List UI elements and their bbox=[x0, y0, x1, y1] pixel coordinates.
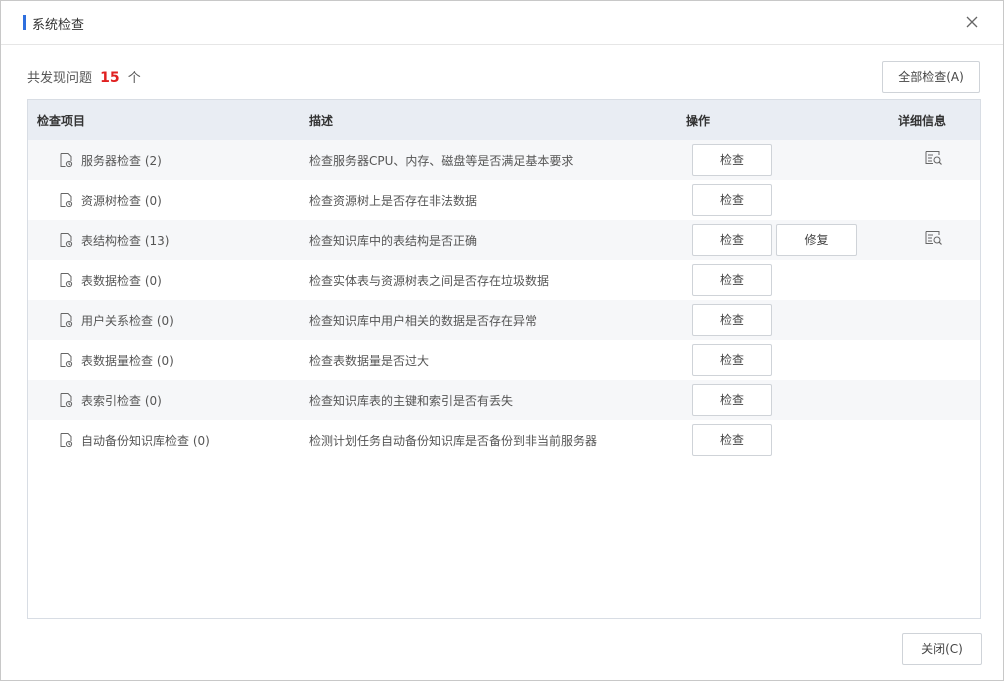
check-item-label: 表索引检查 (0) bbox=[81, 393, 162, 408]
check-item-icon bbox=[60, 393, 73, 408]
check-item: 表数据量检查 (0) bbox=[58, 351, 174, 369]
check-item-icon bbox=[60, 433, 73, 448]
check-item-description: 检查知识库表的主键和索引是否有丢失 bbox=[309, 394, 514, 408]
table-row-4: 表数据检查 (0) 检查实体表与资源树表之间是否存在垃圾数据 检查 bbox=[28, 260, 980, 300]
check-item-icon bbox=[60, 153, 73, 168]
fix-button[interactable]: 修复 bbox=[776, 224, 857, 256]
check-item-description: 检查服务器CPU、内存、磁盘等是否满足基本要求 bbox=[309, 154, 574, 168]
check-item-description: 检查表数据量是否过大 bbox=[309, 354, 430, 368]
table-row-1: 服务器检查 (2) 检查服务器CPU、内存、磁盘等是否满足基本要求 检查 bbox=[28, 140, 980, 180]
check-item-description: 检测计划任务自动备份知识库是否备份到非当前服务器 bbox=[309, 434, 598, 448]
dialog-titlebar: 系统检查 bbox=[1, 1, 1003, 45]
table-row-6: 表数据量检查 (0) 检查表数据量是否过大 检查 bbox=[28, 340, 980, 380]
check-item-label: 表数据量检查 (0) bbox=[81, 353, 174, 368]
close-button[interactable]: 关闭(C) bbox=[902, 633, 982, 665]
table-row-2: 资源树检查 (0) 检查资源树上是否存在非法数据 检查 bbox=[28, 180, 980, 220]
check-item-label: 用户关系检查 (0) bbox=[81, 313, 174, 328]
check-item-description: 检查资源树上是否存在非法数据 bbox=[309, 194, 478, 208]
table-row-8: 自动备份知识库检查 (0) 检测计划任务自动备份知识库是否备份到非当前服务器 检… bbox=[28, 420, 980, 460]
check-button[interactable]: 检查 bbox=[692, 184, 772, 216]
check-button[interactable]: 检查 bbox=[692, 264, 772, 296]
check-item-icon bbox=[60, 313, 73, 328]
table-row-7: 表索引检查 (0) 检查知识库表的主键和索引是否有丢失 检查 bbox=[28, 380, 980, 420]
check-item: 资源树检查 (0) bbox=[58, 191, 162, 209]
check-item: 表数据检查 (0) bbox=[58, 271, 162, 289]
table-row-3: 表结构检查 (13) 检查知识库中的表结构是否正确 检查 修复 bbox=[28, 220, 980, 260]
check-item: 表索引检查 (0) bbox=[58, 391, 162, 409]
check-item-label: 表结构检查 (13) bbox=[81, 233, 170, 248]
check-item-icon bbox=[60, 273, 73, 288]
check-button[interactable]: 检查 bbox=[692, 224, 772, 256]
check-item-icon bbox=[60, 233, 73, 248]
close-icon[interactable] bbox=[963, 13, 981, 31]
check-item: 用户关系检查 (0) bbox=[58, 311, 174, 329]
table-header: 检查项目 描述 操作 详细信息 bbox=[28, 100, 980, 140]
check-button[interactable]: 检查 bbox=[692, 344, 772, 376]
dialog-title: 系统检查 bbox=[32, 18, 85, 33]
check-button[interactable]: 检查 bbox=[692, 304, 772, 336]
check-item-label: 资源树检查 (0) bbox=[81, 193, 162, 208]
header-action: 操作 bbox=[686, 114, 711, 128]
header-detail: 详细信息 bbox=[898, 114, 947, 128]
check-item-description: 检查知识库中用户相关的数据是否存在异常 bbox=[309, 314, 538, 328]
problem-count: 15 bbox=[100, 70, 120, 86]
title-accent-bar bbox=[23, 15, 26, 30]
summary-suffix: 个 bbox=[127, 71, 141, 86]
check-item-description: 检查知识库中的表结构是否正确 bbox=[309, 234, 478, 248]
check-item-label: 表数据检查 (0) bbox=[81, 273, 162, 288]
system-check-dialog: 系统检查 共发现问题 15 个 全部检查(A) 检查项目 描述 操作 详细信息 bbox=[0, 0, 1004, 681]
problem-summary: 共发现问题 15 个 bbox=[27, 67, 141, 86]
detail-info-icon[interactable] bbox=[925, 150, 943, 169]
check-item: 服务器检查 (2) bbox=[58, 151, 162, 169]
check-button[interactable]: 检查 bbox=[692, 424, 772, 456]
check-button[interactable]: 检查 bbox=[692, 144, 772, 176]
check-item-icon bbox=[60, 353, 73, 368]
check-item: 自动备份知识库检查 (0) bbox=[58, 431, 210, 449]
check-item-label: 自动备份知识库检查 (0) bbox=[81, 433, 210, 448]
check-item: 表结构检查 (13) bbox=[58, 231, 169, 249]
header-item: 检查项目 bbox=[37, 114, 86, 128]
check-item-description: 检查实体表与资源树表之间是否存在垃圾数据 bbox=[309, 274, 550, 288]
detail-info-icon[interactable] bbox=[925, 230, 943, 249]
summary-prefix: 共发现问题 bbox=[27, 71, 93, 86]
header-desc: 描述 bbox=[309, 114, 334, 128]
check-item-icon bbox=[60, 193, 73, 208]
check-item-label: 服务器检查 (2) bbox=[81, 153, 162, 168]
check-table: 检查项目 描述 操作 详细信息 服务器检查 (2) 检查服务器CPU、内存、磁盘… bbox=[27, 99, 981, 619]
check-all-button[interactable]: 全部检查(A) bbox=[882, 61, 980, 93]
check-button[interactable]: 检查 bbox=[692, 384, 772, 416]
table-row-5: 用户关系检查 (0) 检查知识库中用户相关的数据是否存在异常 检查 bbox=[28, 300, 980, 340]
